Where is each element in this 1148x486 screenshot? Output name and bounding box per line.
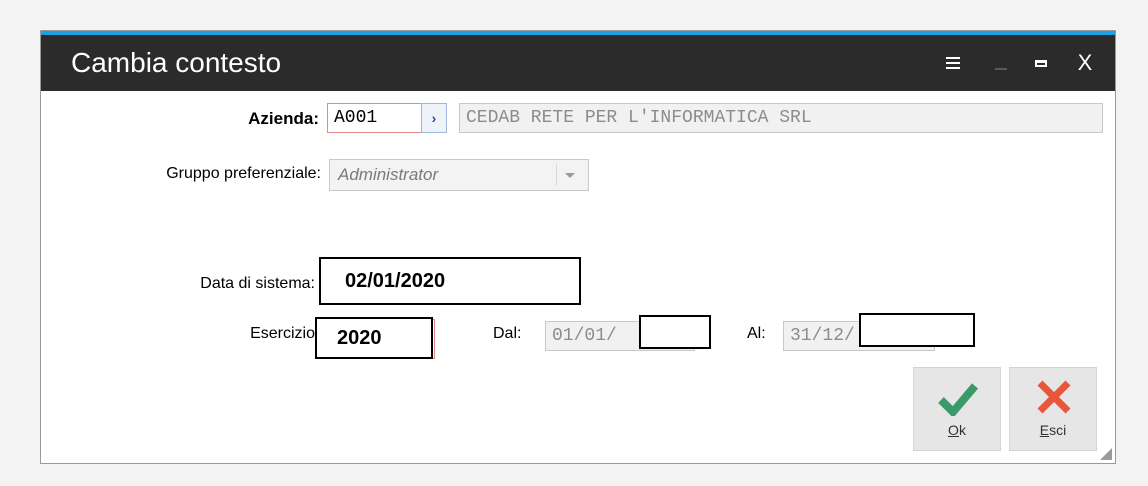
esci-label: Esci [1039,422,1067,438]
titlebar: Cambia contesto X [41,35,1115,91]
azienda-code-field[interactable]: A001 [327,103,423,133]
checkmark-icon [938,383,978,416]
hamburger-icon[interactable] [939,49,967,77]
data-sistema-value[interactable]: 02/01/2020 [319,257,581,305]
azienda-label: Azienda: [248,109,319,128]
chevron-right-icon[interactable]: › [421,103,447,133]
x-icon [1037,380,1071,414]
esercizio-value[interactable]: 2020 [315,317,433,359]
data-sistema-label: Data di sistema: [200,275,315,292]
ok-button[interactable]: Ok [913,367,1001,451]
close-icon[interactable]: X [1071,49,1099,77]
al-redaction-box [859,313,975,347]
maximize-icon[interactable] [1027,49,1055,77]
gruppo-value: Administrator [338,165,439,184]
al-label: Al: [747,325,766,342]
resize-grip-icon[interactable] [1100,448,1112,460]
gruppo-label: Gruppo preferenziale: [166,165,321,182]
dialog-window: Cambia contesto X Azienda: A001 › CEDAB … [40,30,1116,464]
esci-button[interactable]: Esci [1009,367,1097,451]
esercizio-label: Esercizio [250,325,315,342]
dal-label: Dal: [493,325,522,342]
azienda-name-field: CEDAB RETE PER L'INFORMATICA SRL [459,103,1103,133]
dal-redaction-box [639,315,711,349]
minimize-icon[interactable] [987,49,1015,77]
chevron-down-icon[interactable] [556,164,582,186]
gruppo-select[interactable]: Administrator [329,159,589,191]
window-title: Cambia contesto [71,47,282,78]
ok-label: Ok [948,422,966,438]
